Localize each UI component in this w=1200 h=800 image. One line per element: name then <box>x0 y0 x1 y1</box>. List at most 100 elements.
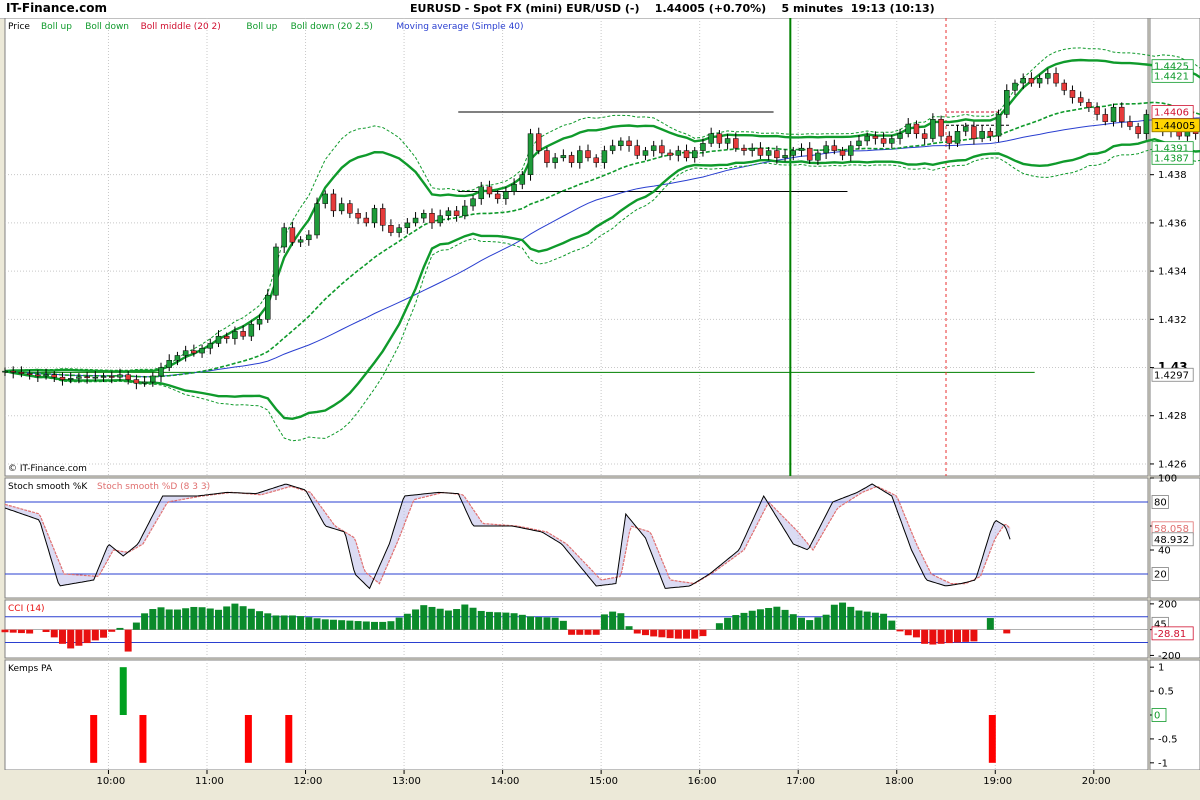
candle-body <box>716 133 723 144</box>
cci-bar <box>830 604 838 630</box>
candle-body <box>281 227 287 248</box>
candle-body <box>330 193 337 212</box>
cci-bar <box>641 629 649 636</box>
candle-body <box>609 145 616 151</box>
candle-body <box>938 118 944 137</box>
cci-bar <box>502 612 510 630</box>
cci-bar <box>699 629 707 637</box>
price-legend-item: Boll up <box>246 22 277 32</box>
cci-bar <box>444 610 452 630</box>
candle-body <box>215 335 222 344</box>
candle-body <box>494 193 501 200</box>
price-legend-item: Boll down <box>85 22 129 32</box>
cci-bar <box>945 629 953 644</box>
candle-body <box>503 191 509 200</box>
candle-body <box>691 150 698 159</box>
kemps-bar <box>244 715 252 763</box>
cci-bar <box>986 618 994 630</box>
cci-bar <box>551 617 559 630</box>
candle-body <box>199 347 205 354</box>
candle-body <box>265 294 271 320</box>
cci-bar <box>26 629 34 634</box>
cci-bar <box>871 612 879 630</box>
cci-bar <box>658 629 666 638</box>
candle-body <box>248 323 255 337</box>
brand-logo-text: IT-Finance.com <box>6 1 108 15</box>
candle-body <box>76 376 82 379</box>
candle-body <box>445 210 452 216</box>
candle-body <box>601 150 608 163</box>
kemps-bar <box>988 715 996 763</box>
cci-bar <box>313 618 321 630</box>
cci-bar <box>543 617 551 630</box>
cci-bar <box>428 606 436 630</box>
x-tick-label: 13:00 <box>392 776 421 787</box>
candle-body <box>150 375 156 383</box>
chart-area[interactable]: 1.4261.4281.431.4321.4341.4361.438Price B… <box>0 18 1200 800</box>
candle-body <box>856 140 862 147</box>
cci-bar <box>715 623 723 630</box>
cci-bar <box>264 613 272 630</box>
cci-value-label: -28.81 <box>1154 629 1186 640</box>
cci-bar <box>592 629 600 635</box>
cci-bar <box>568 629 576 635</box>
cci-bar <box>436 608 444 630</box>
price-tick-label: 1.432 <box>1158 315 1187 326</box>
candle-body <box>839 150 846 156</box>
candle-body <box>388 225 394 233</box>
x-tick-label: 12:00 <box>294 776 323 787</box>
cci-bar <box>691 629 699 639</box>
candle-body <box>2 370 8 373</box>
cci-bar <box>912 629 920 638</box>
cci-bar <box>420 605 428 630</box>
candle-body <box>987 131 994 137</box>
kemps-plot-area[interactable] <box>4 659 1149 771</box>
x-tick-label: 16:00 <box>688 776 717 787</box>
candle-body <box>995 114 1002 137</box>
price-tick-label: 1.426 <box>1158 459 1187 470</box>
cci-bar <box>247 608 255 630</box>
cci-bar <box>814 617 822 630</box>
cci-bar <box>806 620 814 630</box>
candle-body <box>67 378 74 380</box>
price-tick-label: 1.434 <box>1158 267 1187 278</box>
cci-bar <box>132 622 140 630</box>
cci-bar <box>9 629 17 633</box>
kemps-bar <box>90 715 98 763</box>
stoch-value-label: 48.932 <box>1154 535 1189 546</box>
candle-body <box>1004 90 1010 115</box>
x-tick-label: 19:00 <box>983 776 1012 787</box>
cci-bar <box>535 617 543 630</box>
candle-body <box>798 147 805 151</box>
candle-body <box>1143 114 1150 134</box>
candle-body <box>421 213 427 219</box>
cci-bar <box>527 616 535 630</box>
candle-body <box>363 217 370 224</box>
candle-body <box>355 213 361 219</box>
cci-bar <box>781 609 789 630</box>
cci-bar <box>338 620 346 630</box>
price-value-label: 1.4421 <box>1154 71 1189 82</box>
cci-bar <box>469 607 477 630</box>
candle-body <box>84 376 90 378</box>
candle-body <box>1045 73 1051 79</box>
price-plot-area[interactable] <box>4 18 1149 477</box>
candle-body <box>962 126 969 132</box>
candle-body <box>946 135 953 144</box>
cci-bar <box>600 614 608 630</box>
candle-body <box>659 145 665 154</box>
price-legend-item: Boll up <box>41 22 72 32</box>
cci-bar <box>674 629 682 639</box>
cci-bar <box>650 629 658 637</box>
candle-body <box>593 157 599 163</box>
kemps-tick-label: 0.5 <box>1158 687 1174 698</box>
stoch-tick-label: 40 <box>1158 546 1171 557</box>
candle-body <box>174 355 181 361</box>
price-tick-label: 1.428 <box>1158 411 1187 422</box>
cci-bar <box>354 621 362 630</box>
candle-body <box>404 222 411 228</box>
candle-body <box>51 374 58 378</box>
candle-body <box>921 133 928 139</box>
cci-bar <box>157 607 165 630</box>
cci-bar <box>485 611 493 630</box>
